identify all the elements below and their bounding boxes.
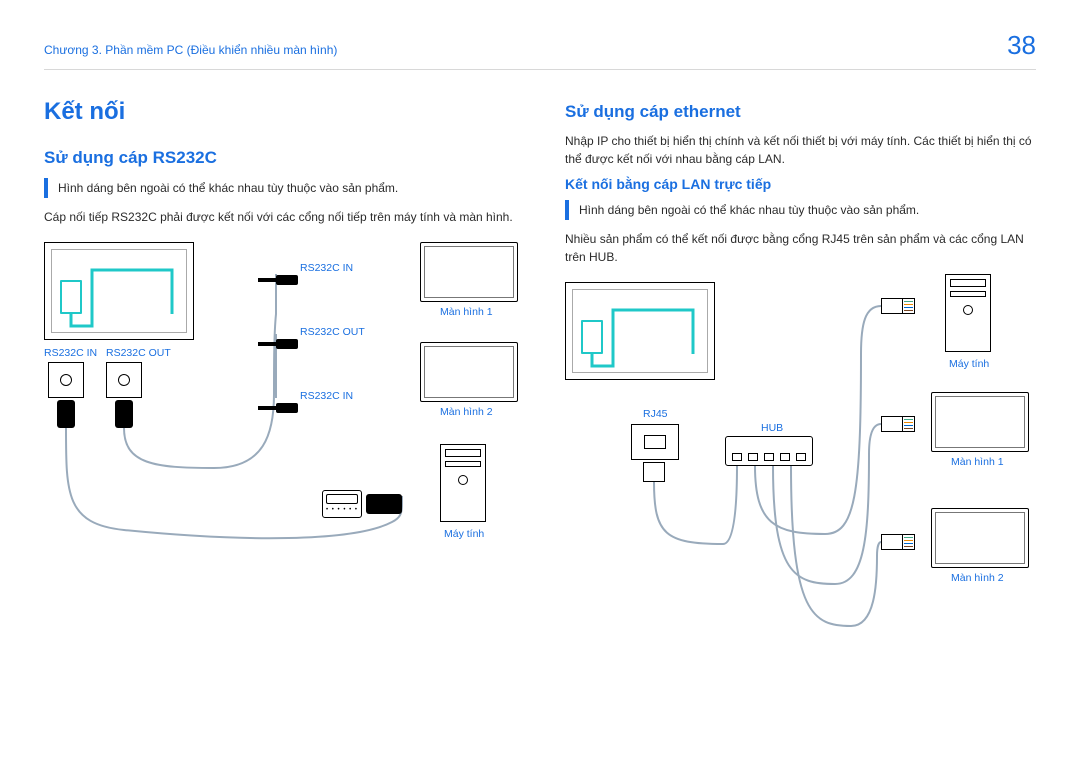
label-jack-in2: RS232C IN [300,390,353,402]
label-jack-out: RS232C OUT [300,326,365,338]
note-rs232c: Hình dáng bên ngoài có thể khác nhau tùy… [44,178,515,198]
subsubsection-lan: Kết nối bằng cáp LAN trực tiếp [565,176,1036,192]
pc-tower [440,444,486,522]
monitor-1 [420,242,518,302]
right-column: Sử dụng cáp ethernet Nhập IP cho thiết b… [565,98,1036,654]
body-rs232c: Cáp nối tiếp RS232C phải được kết nối vớ… [44,208,515,226]
pc-tower-lan [945,274,991,352]
label-monitor-1: Màn hình 1 [440,306,493,318]
label-pc: Máy tính [444,528,484,540]
page-header: Chương 3. Phần mềm PC (Điều khiển nhiều … [44,30,1036,61]
label-jack-in1: RS232C IN [300,262,353,274]
section-title: Kết nối [44,98,515,126]
label-pc-lan: Máy tính [949,358,989,370]
label-monitor-2: Màn hình 2 [440,406,493,418]
header-divider [44,69,1036,70]
body-ethernet-intro: Nhập IP cho thiết bị hiển thị chính và k… [565,132,1036,168]
monitor-2-lan [931,508,1029,568]
serial-plug-head [366,494,402,514]
subsection-rs232c: Sử dụng cáp RS232C [44,148,515,168]
jack-rs232c-in1 [258,274,298,286]
left-column: Kết nối Sử dụng cáp RS232C Hình dáng bên… [44,98,515,654]
diagram-lan: RJ45 HUB [565,274,1036,654]
rj45-plug-mon1 [881,416,915,432]
subsection-ethernet: Sử dụng cáp ethernet [565,102,1036,122]
note-lan: Hình dáng bên ngoài có thể khác nhau tùy… [565,200,1036,220]
rj45-plug-mon2 [881,534,915,550]
label-monitor-2-lan: Màn hình 2 [951,572,1004,584]
body-lan: Nhiều sản phẩm có thể kết nối được bằng … [565,230,1036,266]
monitor-2 [420,342,518,402]
breadcrumb: Chương 3. Phần mềm PC (Điều khiển nhiều … [44,43,337,57]
jack-rs232c-out [258,338,298,350]
diagram-rs232c: RS232C IN RS232C OUT RS232C [44,234,515,594]
rj45-plug-pc [881,298,915,314]
monitor-1-lan [931,392,1029,452]
content-columns: Kết nối Sử dụng cáp RS232C Hình dáng bên… [44,98,1036,654]
serial-connector: • • • • • • [322,490,362,518]
jack-rs232c-in2 [258,402,298,414]
label-monitor-1-lan: Màn hình 1 [951,456,1004,468]
page-number: 38 [1007,30,1036,61]
